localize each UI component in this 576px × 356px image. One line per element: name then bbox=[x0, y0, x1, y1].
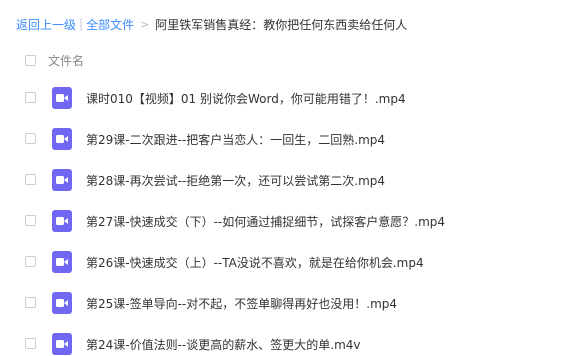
file-name[interactable]: 第29课-二次跟进--把客户当恋人：一回生，二回熟.mp4 bbox=[86, 131, 385, 148]
file-checkbox[interactable] bbox=[25, 174, 36, 185]
file-name[interactable]: 第26课-快速成交（上）--TA没说不喜欢，就是在给你机会.mp4 bbox=[86, 254, 424, 271]
video-file-icon bbox=[52, 128, 72, 150]
file-checkbox[interactable] bbox=[25, 215, 36, 226]
column-header-filename[interactable]: 文件名 bbox=[48, 52, 84, 69]
file-name[interactable]: 课时010【视频】01 别说你会Word，你可能用错了！.mp4 bbox=[86, 90, 406, 107]
file-name[interactable]: 第27课-快速成交（下）--如何通过捕捉细节，试探客户意愿？.mp4 bbox=[86, 213, 445, 230]
video-file-icon bbox=[52, 210, 72, 232]
file-checkbox[interactable] bbox=[25, 133, 36, 144]
file-row[interactable]: 第26课-快速成交（上）--TA没说不喜欢，就是在给你机会.mp4 bbox=[0, 244, 576, 285]
current-folder-title: 阿里铁军销售真经：教你把任何东西卖给任何人 bbox=[155, 17, 408, 32]
file-checkbox[interactable] bbox=[25, 338, 36, 349]
file-checkbox[interactable] bbox=[25, 92, 36, 103]
file-row[interactable]: 第28课-再次尝试--拒绝第一次，还可以尝试第二次.mp4 bbox=[0, 162, 576, 203]
select-all-checkbox[interactable] bbox=[25, 55, 36, 66]
video-file-icon bbox=[52, 292, 72, 314]
file-checkbox[interactable] bbox=[25, 297, 36, 308]
list-header: 文件名 bbox=[0, 47, 576, 75]
video-file-icon bbox=[52, 251, 72, 273]
breadcrumb-arrow-icon: > bbox=[140, 17, 150, 31]
video-file-icon bbox=[52, 333, 72, 355]
breadcrumb-separator: | bbox=[79, 17, 84, 31]
all-files-link[interactable]: 全部文件 bbox=[86, 16, 134, 33]
video-file-icon bbox=[52, 169, 72, 191]
file-checkbox[interactable] bbox=[25, 256, 36, 267]
breadcrumb: 返回上一级 | 全部文件 > 阿里铁军销售真经：教你把任何东西卖给任何人 bbox=[16, 14, 407, 34]
file-row[interactable]: 第25课-签单导向--对不起，不签单聊得再好也没用！.mp4 bbox=[0, 285, 576, 326]
file-name[interactable]: 第24课-价值法则--谈更高的薪水、签更大的单.m4v bbox=[86, 336, 361, 353]
file-row[interactable]: 第29课-二次跟进--把客户当恋人：一回生，二回熟.mp4 bbox=[0, 121, 576, 162]
file-name[interactable]: 第28课-再次尝试--拒绝第一次，还可以尝试第二次.mp4 bbox=[86, 172, 385, 189]
file-name[interactable]: 第25课-签单导向--对不起，不签单聊得再好也没用！.mp4 bbox=[86, 295, 397, 312]
back-link[interactable]: 返回上一级 bbox=[16, 16, 76, 33]
file-row[interactable]: 第24课-价值法则--谈更高的薪水、签更大的单.m4v bbox=[0, 326, 576, 356]
file-browser: 返回上一级 | 全部文件 > 阿里铁军销售真经：教你把任何东西卖给任何人 文件名… bbox=[0, 0, 576, 356]
file-row[interactable]: 第27课-快速成交（下）--如何通过捕捉细节，试探客户意愿？.mp4 bbox=[0, 203, 576, 244]
video-file-icon bbox=[52, 87, 72, 109]
file-row[interactable]: 课时010【视频】01 别说你会Word，你可能用错了！.mp4 bbox=[0, 80, 576, 121]
file-list: 课时010【视频】01 别说你会Word，你可能用错了！.mp4 第29课-二次… bbox=[0, 80, 576, 356]
